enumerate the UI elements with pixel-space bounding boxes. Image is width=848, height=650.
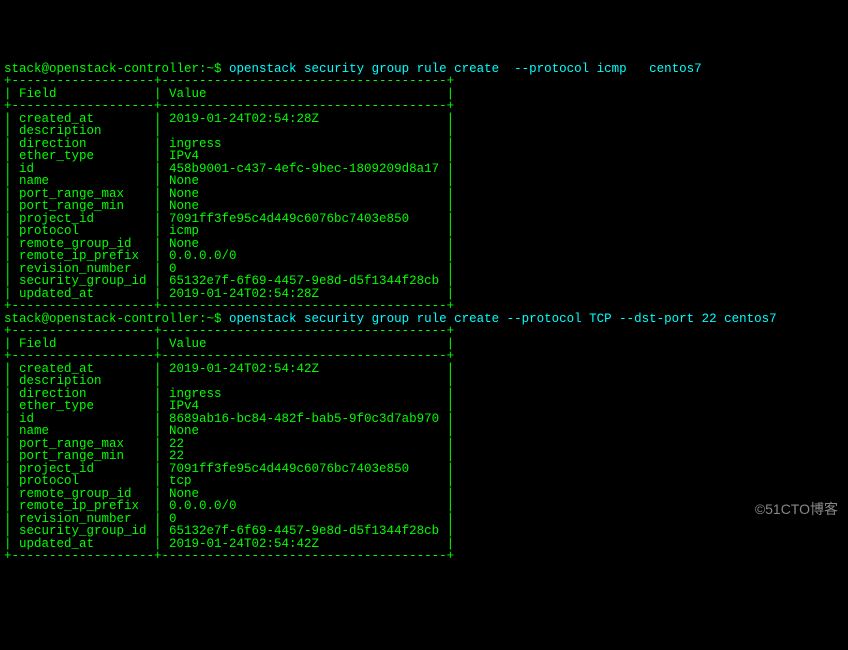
terminal-output: stack@openstack-controller:~$ openstack … <box>0 50 848 563</box>
watermark: ©51CTO博客 <box>755 502 838 516</box>
table2: +-------------------+-------------------… <box>4 324 454 563</box>
table1: +-------------------+-------------------… <box>4 74 454 313</box>
